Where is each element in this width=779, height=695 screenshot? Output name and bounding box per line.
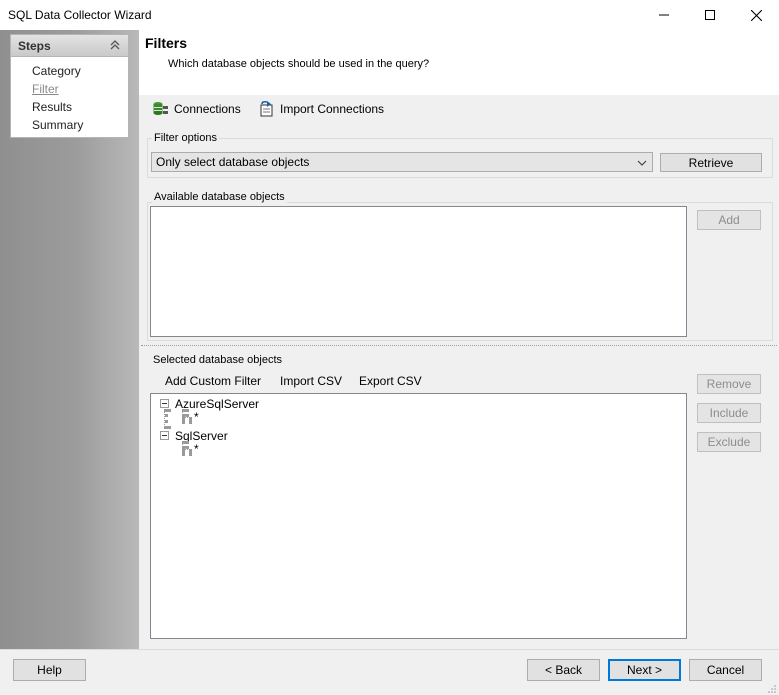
connections-icon <box>153 102 168 115</box>
tree-node-wildcard[interactable]: * <box>194 442 199 456</box>
main-content: Connections Import Connections Filter op… <box>139 95 779 649</box>
next-button[interactable]: Next > <box>608 659 681 681</box>
close-icon <box>750 9 762 21</box>
import-icon <box>260 101 273 117</box>
tree-node-wildcard[interactable]: * <box>194 410 199 424</box>
maximize-icon <box>705 10 715 20</box>
tree-node-azuresqlserver[interactable]: AzureSqlServer <box>175 397 259 411</box>
tree-expander-azuresqlserver[interactable] <box>160 399 169 408</box>
step-category[interactable]: Category <box>32 64 81 78</box>
chevron-down-icon <box>637 160 647 166</box>
steps-title: Steps <box>18 39 51 53</box>
step-summary[interactable]: Summary <box>32 118 83 132</box>
connections-label: Connections <box>174 102 241 116</box>
exclude-button[interactable]: Exclude <box>697 432 761 452</box>
add-custom-filter-button[interactable]: Add Custom Filter <box>165 374 261 388</box>
steps-header[interactable]: Steps <box>11 35 128 57</box>
resize-grip-icon[interactable] <box>766 683 777 694</box>
connections-button[interactable]: Connections <box>152 100 241 118</box>
collapse-chevron-icon[interactable] <box>108 38 122 52</box>
export-csv-button[interactable]: Export CSV <box>359 374 422 388</box>
wizard-footer: Help < Back Next > Cancel <box>0 649 779 695</box>
maximize-button[interactable] <box>687 0 733 30</box>
close-button[interactable] <box>733 0 779 30</box>
include-button[interactable]: Include <box>697 403 761 423</box>
filter-options-value: Only select database objects <box>156 155 310 169</box>
page-subtitle: Which database objects should be used in… <box>168 58 430 70</box>
import-connections-button[interactable]: Import Connections <box>258 100 384 118</box>
minimize-icon <box>659 14 669 16</box>
title-bar: SQL Data Collector Wizard <box>0 0 779 30</box>
import-connections-label: Import Connections <box>280 102 385 116</box>
steps-panel: Steps Category Filter Results Summary <box>10 34 129 138</box>
filter-options-label: Filter options <box>152 132 219 144</box>
window-title: SQL Data Collector Wizard <box>8 8 152 22</box>
back-button[interactable]: < Back <box>527 659 600 681</box>
remove-button[interactable]: Remove <box>697 374 761 394</box>
selected-objects-label: Selected database objects <box>151 354 285 366</box>
filter-options-dropdown[interactable]: Only select database objects <box>151 152 653 172</box>
retrieve-button[interactable]: Retrieve <box>660 153 762 172</box>
splitter[interactable] <box>141 345 777 346</box>
page-title: Filters <box>145 35 188 51</box>
import-csv-button[interactable]: Import CSV <box>280 374 342 388</box>
selected-objects-tree[interactable]: AzureSqlServer * SqlServer * <box>150 393 687 639</box>
step-filter[interactable]: Filter <box>32 82 59 96</box>
help-button[interactable]: Help <box>13 659 86 681</box>
available-objects-list[interactable] <box>150 206 687 337</box>
tree-expander-sqlserver[interactable] <box>160 431 169 440</box>
add-button[interactable]: Add <box>697 210 761 230</box>
step-results[interactable]: Results <box>32 100 72 114</box>
page-header: Filters Which database objects should be… <box>139 30 779 95</box>
minimize-button[interactable] <box>641 0 687 30</box>
available-objects-label: Available database objects <box>152 191 287 203</box>
cancel-button[interactable]: Cancel <box>689 659 762 681</box>
